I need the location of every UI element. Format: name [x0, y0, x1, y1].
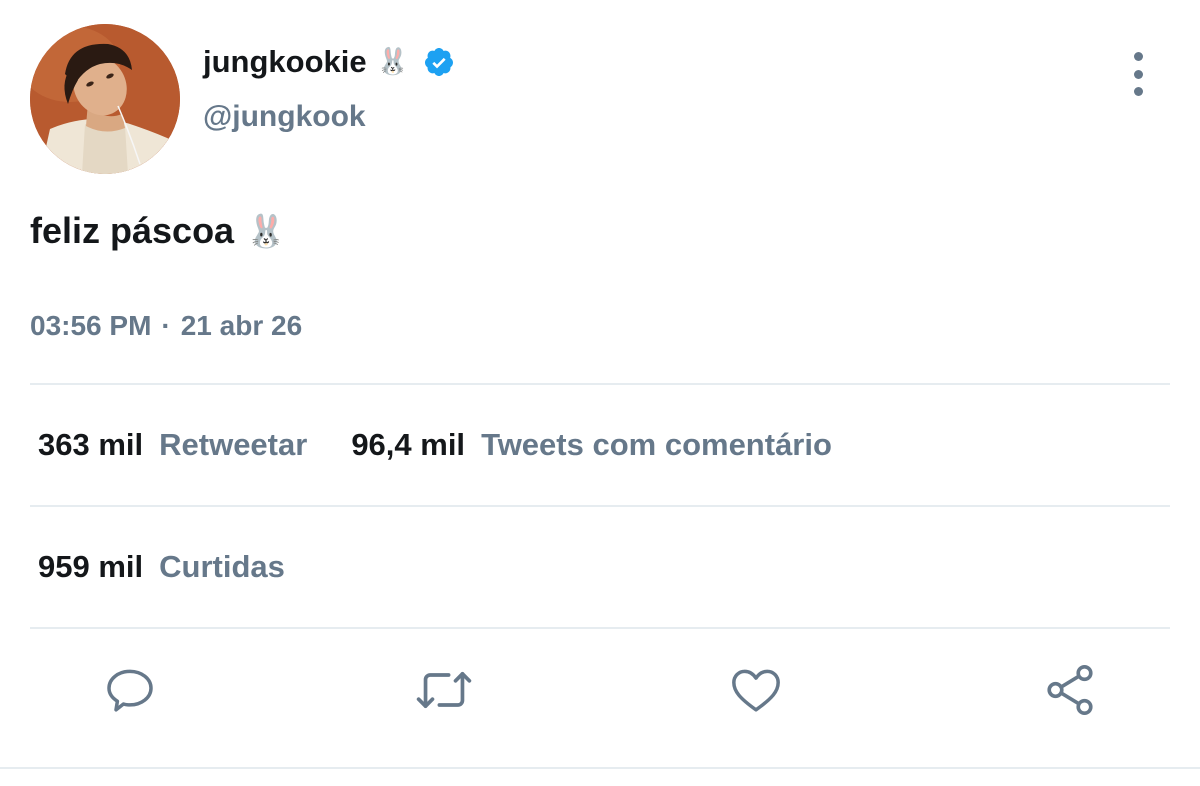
retweets-stat[interactable]: 363 mil Retweetar [38, 427, 307, 463]
rabbit-emoji: 🐰 [376, 47, 410, 77]
quote-tweets-count: 96,4 mil [351, 427, 466, 462]
heart-icon [732, 669, 780, 712]
likes-stats-row: 959 mil Curtidas [38, 549, 329, 585]
tweet-text: feliz páscoa 🐰 [30, 210, 286, 252]
tweet-action-bar [0, 660, 1200, 736]
reply-button[interactable] [100, 660, 160, 720]
likes-count: 959 mil [38, 549, 144, 584]
profile-photo [30, 24, 180, 174]
tweet-timestamp[interactable]: 03:56 PM · 21 abr 26 [30, 310, 302, 342]
author-name-row[interactable]: jungkookie 🐰 [203, 42, 455, 82]
tweet-detail: jungkookie 🐰 @jungkook feliz páscoa 🐰 03… [0, 0, 1200, 786]
comment-icon [107, 669, 153, 712]
share-button[interactable] [1040, 660, 1100, 720]
quote-tweets-label: Tweets com comentário [481, 427, 832, 462]
verified-badge-icon [425, 48, 454, 76]
divider [0, 767, 1200, 769]
retweets-count: 363 mil [38, 427, 144, 462]
more-dot-icon [1133, 69, 1143, 79]
divider [30, 627, 1170, 629]
tweet-time: 03:56 PM [30, 310, 152, 341]
more-dot-icon [1133, 52, 1143, 61]
divider [30, 383, 1170, 385]
share-icon [1047, 664, 1093, 716]
more-options-button[interactable] [1120, 52, 1156, 96]
divider [30, 505, 1170, 507]
tweet-body: feliz páscoa [30, 210, 235, 251]
retweets-label: Retweetar [159, 427, 308, 462]
retweet-icon [416, 672, 472, 708]
rabbit-emoji: 🐰 [246, 212, 286, 250]
retweet-button[interactable] [414, 660, 474, 720]
more-dot-icon [1133, 87, 1143, 96]
display-name[interactable]: jungkookie [203, 44, 367, 80]
like-button[interactable] [726, 660, 786, 720]
timestamp-separator: · [161, 310, 171, 341]
likes-label: Curtidas [159, 549, 285, 584]
tweet-date: 21 abr 26 [180, 310, 303, 341]
engagement-stats-row: 363 mil Retweetar 96,4 mil Tweets com co… [38, 427, 876, 463]
quote-tweets-stat[interactable]: 96,4 mil Tweets com comentário [351, 427, 832, 463]
handle[interactable]: @jungkook [203, 100, 366, 134]
likes-stat[interactable]: 959 mil Curtidas [38, 549, 285, 585]
avatar[interactable] [30, 24, 180, 174]
